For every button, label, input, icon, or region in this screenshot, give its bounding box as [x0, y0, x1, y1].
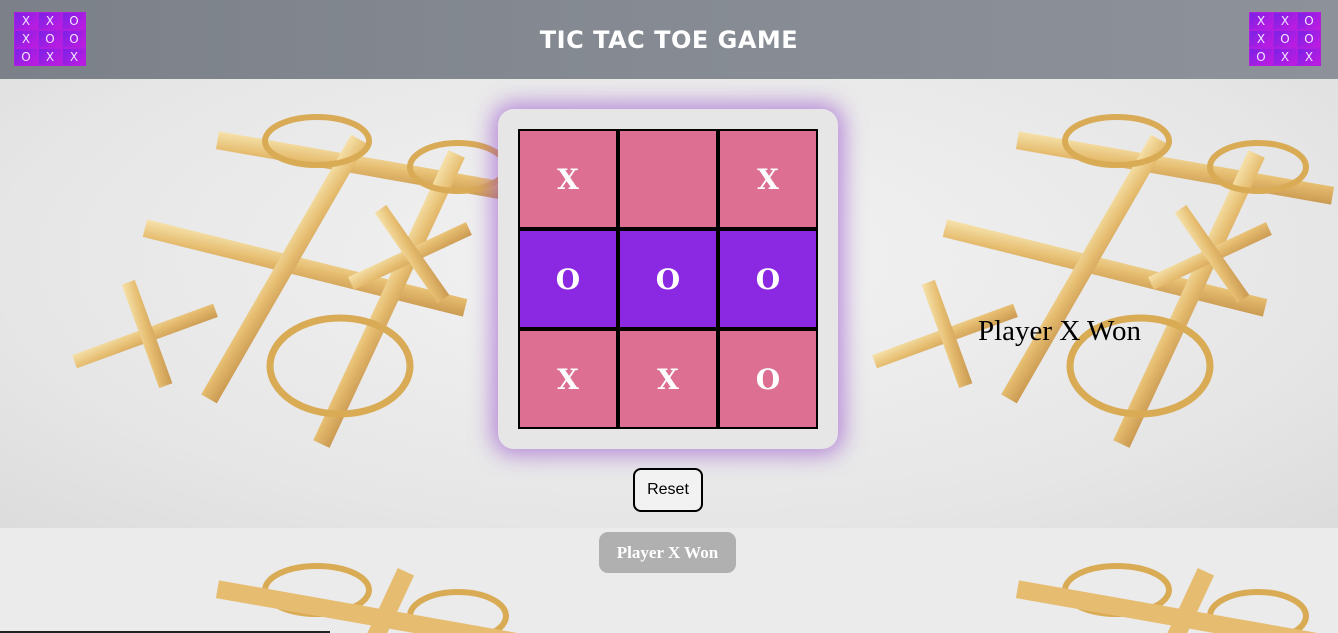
logo-right: X X O X O O O X X	[1249, 12, 1321, 66]
logo-mark: O	[15, 49, 37, 65]
board-cell[interactable]	[618, 129, 718, 229]
board-container: X X O O O X X O	[498, 109, 838, 449]
left-gold-pieces	[72, 114, 535, 448]
logo-mark: X	[39, 13, 61, 29]
logo-mark: X	[1250, 13, 1272, 29]
logo-mark: O	[63, 31, 85, 47]
status-badge: Player X Won	[599, 532, 736, 573]
logo-mark: X	[15, 31, 37, 47]
board-cell[interactable]: X	[518, 329, 618, 429]
logo-mark: O	[1250, 49, 1272, 65]
board-cell[interactable]: X	[718, 129, 818, 229]
logo-mark: X	[1274, 13, 1296, 29]
logo-mark: X	[63, 49, 85, 65]
board-cell[interactable]: O	[718, 329, 818, 429]
board-cell[interactable]: O	[518, 229, 618, 329]
board-cell[interactable]: X	[618, 329, 718, 429]
board-cell[interactable]: O	[618, 229, 718, 329]
logo-mark: X	[15, 13, 37, 29]
app-header: X X O X O O O X X TIC TAC TOE GAME X X O…	[0, 0, 1338, 79]
logo-mark: X	[39, 49, 61, 65]
logo-left: X X O X O O O X X	[14, 12, 86, 66]
board-cell[interactable]: X	[518, 129, 618, 229]
logo-mark: X	[1298, 49, 1320, 65]
reset-button[interactable]: Reset	[633, 468, 703, 512]
logo-mark: O	[63, 13, 85, 29]
logo-mark: X	[1250, 31, 1272, 47]
result-text: Player X Won	[978, 315, 1142, 347]
logo-mark: O	[1298, 13, 1320, 29]
page-title: TIC TAC TOE GAME	[539, 25, 799, 54]
logo-mark: O	[1274, 31, 1296, 47]
logo-mark: O	[1298, 31, 1320, 47]
game-board: X X O O O X X O	[518, 129, 818, 429]
logo-mark: X	[1274, 49, 1296, 65]
logo-mark: O	[39, 31, 61, 47]
board-cell[interactable]: O	[718, 229, 818, 329]
right-gold-pieces	[872, 114, 1335, 448]
